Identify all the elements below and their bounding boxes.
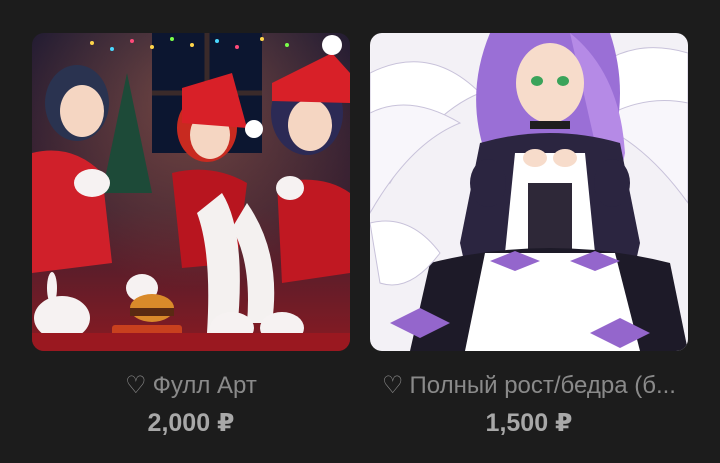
product-grid: ♡ Фулл Арт 2,000 ₽ ♡ Полный рост/бедра (… [0, 0, 720, 463]
product-image[interactable] [32, 33, 350, 351]
heart-outline-icon[interactable]: ♡ [382, 372, 404, 399]
product-title-text: Фулл Арт [152, 372, 257, 399]
product-card[interactable]: ♡ Фулл Арт 2,000 ₽ [32, 33, 350, 439]
product-card[interactable]: ♡ Полный рост/бедра (б... 1,500 ₽ [370, 33, 688, 439]
maid-angel-girl-artwork [370, 33, 688, 351]
product-price: 1,500 ₽ [485, 409, 573, 437]
product-title-text: Полный рост/бедра (б... [409, 372, 676, 399]
product-image[interactable] [370, 33, 688, 351]
product-price: 2,000 ₽ [147, 409, 235, 437]
product-title[interactable]: ♡ Фулл Арт [32, 371, 350, 401]
product-title[interactable]: ♡ Полный рост/бедра (б... [370, 371, 688, 401]
heart-outline-icon[interactable]: ♡ [125, 372, 147, 399]
christmas-girls-artwork [32, 33, 350, 351]
